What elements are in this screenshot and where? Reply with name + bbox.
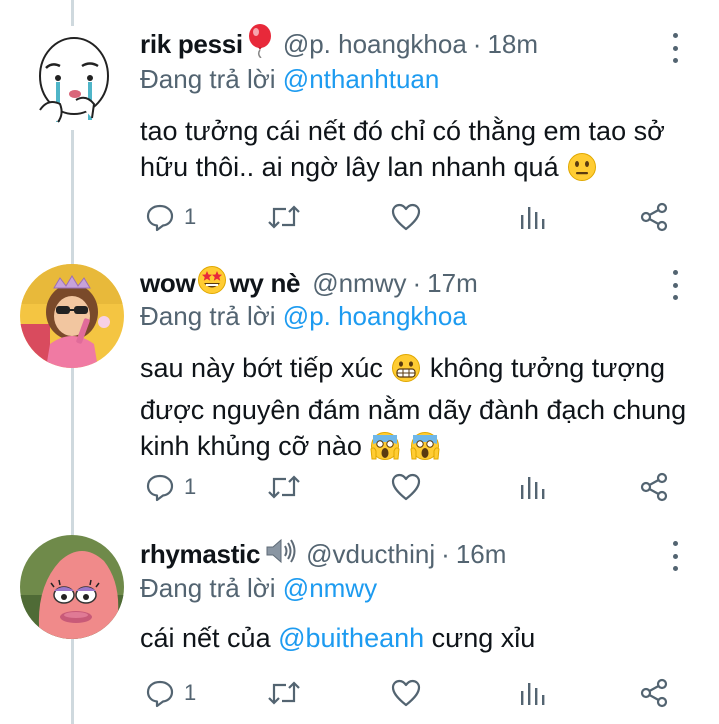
- screaming-face-icon: [410, 431, 440, 470]
- share-button[interactable]: [638, 673, 670, 713]
- screaming-face-icon: [370, 431, 400, 470]
- tweet-header: rhymastic @vducthinj · 16m: [140, 534, 506, 574]
- tweet-actions: 1: [140, 467, 700, 507]
- replying-to: Đang trả lời @p. hoangkhoa: [140, 301, 467, 332]
- share-icon: [640, 472, 668, 502]
- more-options-icon[interactable]: [665, 33, 685, 63]
- replying-to: Đang trả lời @nmwy: [140, 573, 377, 604]
- analytics-icon: [521, 683, 545, 705]
- reply-count: 1: [184, 204, 197, 229]
- tweet-header: rik pessi @p. hoangkhoa · 18m: [140, 23, 538, 65]
- star-struck-icon: [197, 265, 227, 302]
- reply-icon: [146, 474, 174, 502]
- reply-button[interactable]: 1: [144, 467, 196, 507]
- avatar[interactable]: [20, 264, 124, 368]
- reply-icon: [146, 204, 174, 232]
- tweet-text: tao tưởng cái nết đó chỉ có thằng em tao…: [140, 113, 700, 191]
- reply-button[interactable]: 1: [144, 673, 196, 713]
- reply-count: 1: [184, 474, 197, 499]
- timestamp[interactable]: 16m: [456, 539, 507, 570]
- reply-icon: [146, 680, 174, 708]
- replying-to-user[interactable]: @nthanhtuan: [283, 64, 440, 94]
- replying-to-label: Đang trả lời: [140, 573, 276, 603]
- share-button[interactable]: [638, 467, 670, 507]
- retweet-button[interactable]: [266, 197, 302, 237]
- like-button[interactable]: [390, 467, 422, 507]
- avatar[interactable]: [20, 26, 124, 130]
- display-name-part[interactable]: wow: [140, 268, 196, 299]
- display-name-part[interactable]: wy nè: [229, 268, 300, 299]
- balloon-icon: [247, 23, 273, 65]
- share-icon: [640, 202, 668, 232]
- replying-to-label: Đang trả lời: [140, 301, 276, 331]
- speaker-icon: [264, 536, 296, 573]
- mention-link[interactable]: @buitheanh: [278, 623, 424, 653]
- share-icon: [640, 678, 668, 708]
- avatar[interactable]: [20, 535, 124, 639]
- tweet-text: cái nết của @buitheanh cưng xỉu: [140, 620, 700, 656]
- separator-dot: ·: [412, 267, 422, 298]
- timestamp[interactable]: 18m: [487, 29, 538, 60]
- handle[interactable]: @vducthinj: [306, 539, 435, 570]
- separator-dot: ·: [472, 28, 482, 59]
- grimacing-face-icon: [391, 353, 421, 392]
- more-options-icon[interactable]: [665, 270, 685, 300]
- analytics-button[interactable]: [516, 467, 548, 507]
- replying-to-user[interactable]: @p. hoangkhoa: [283, 301, 467, 331]
- separator-dot: ·: [441, 538, 450, 569]
- tweet-text: sau này bớt tiếp xúc không tưởng tượng đ…: [140, 350, 700, 470]
- reply-button[interactable]: 1: [144, 197, 196, 237]
- timestamp[interactable]: 17m: [427, 268, 478, 299]
- heart-icon: [391, 679, 421, 707]
- tweet-text-content: cưng xỉu: [431, 623, 536, 653]
- retweet-button[interactable]: [266, 467, 302, 507]
- analytics-icon: [521, 477, 545, 499]
- heart-icon: [391, 203, 421, 231]
- replying-to-user[interactable]: @nmwy: [283, 573, 377, 603]
- neutral-face-icon: [567, 152, 597, 191]
- retweet-icon: [268, 205, 300, 229]
- handle[interactable]: @nmwy: [312, 268, 406, 299]
- analytics-button[interactable]: [516, 673, 548, 713]
- analytics-icon: [521, 207, 545, 229]
- heart-icon: [391, 473, 421, 501]
- more-options-icon[interactable]: [665, 541, 685, 571]
- tweet-text-content: sau này bớt tiếp xúc: [140, 353, 383, 383]
- tweet-actions: 1: [140, 197, 700, 237]
- retweet-icon: [268, 681, 300, 705]
- retweet-button[interactable]: [266, 673, 302, 713]
- display-name[interactable]: rik pessi: [140, 29, 243, 60]
- retweet-icon: [268, 475, 300, 499]
- analytics-button[interactable]: [516, 197, 548, 237]
- share-button[interactable]: [638, 197, 670, 237]
- like-button[interactable]: [390, 673, 422, 713]
- reply-count: 1: [184, 680, 197, 705]
- like-button[interactable]: [390, 197, 422, 237]
- replying-to: Đang trả lời @nthanhtuan: [140, 64, 439, 95]
- tweet-actions: 1: [140, 673, 700, 713]
- replying-to-label: Đang trả lời: [140, 64, 276, 94]
- tweet-text-content: cái nết của: [140, 623, 271, 653]
- tweet-header: wow wy nè @nmwy · 17m: [140, 263, 478, 303]
- display-name[interactable]: rhymastic: [140, 539, 260, 570]
- handle[interactable]: @p. hoangkhoa: [283, 29, 467, 60]
